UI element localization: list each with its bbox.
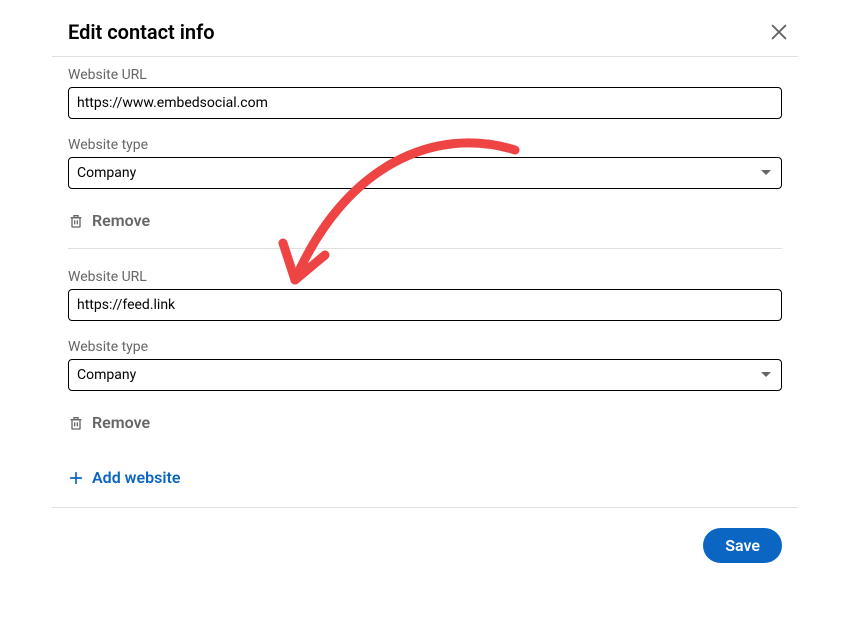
- modal-title: Edit contact info: [68, 20, 215, 44]
- website-url-input-1[interactable]: [68, 87, 782, 119]
- modal-header: Edit contact info: [0, 0, 850, 56]
- add-website-label: Add website: [92, 468, 180, 487]
- remove-label: Remove: [92, 211, 150, 230]
- add-website-button[interactable]: Add website: [68, 450, 782, 507]
- edit-contact-modal: Edit contact info Website URL Website ty…: [0, 0, 850, 563]
- remove-website-2[interactable]: Remove: [68, 391, 782, 450]
- save-button[interactable]: Save: [703, 528, 782, 563]
- modal-footer: Save: [0, 508, 850, 563]
- close-icon: [768, 21, 790, 43]
- plus-icon: [68, 470, 84, 486]
- website-block-2: Website URL Website type Company: [0, 249, 850, 507]
- website-block-1: Website URL Website type Company: [0, 57, 850, 249]
- url-label-2: Website URL: [68, 269, 782, 285]
- website-type-select-1[interactable]: Company: [68, 157, 782, 189]
- remove-label-2: Remove: [92, 413, 150, 432]
- url-label: Website URL: [68, 67, 782, 83]
- remove-website-1[interactable]: Remove: [68, 189, 782, 248]
- type-label-2: Website type: [68, 339, 782, 355]
- type-label: Website type: [68, 137, 782, 153]
- trash-icon: [68, 415, 84, 431]
- website-url-input-2[interactable]: [68, 289, 782, 321]
- website-type-select-2[interactable]: Company: [68, 359, 782, 391]
- close-button[interactable]: [768, 21, 790, 43]
- trash-icon: [68, 213, 84, 229]
